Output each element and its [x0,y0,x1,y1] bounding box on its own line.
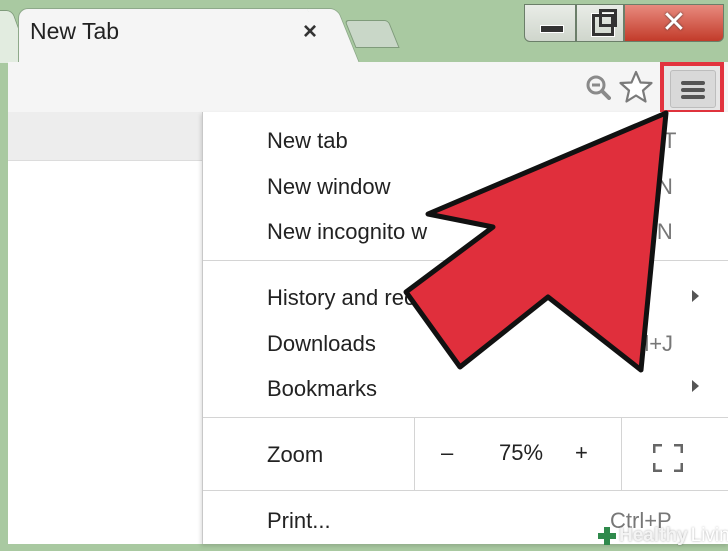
tab-strip: New Tab × ✕ [0,0,728,63]
screenshot-frame: New Tab × ✕ New tab T New window N New i… [0,0,728,551]
fullscreen-icon[interactable] [653,444,683,472]
watermark-text: Living [690,525,728,546]
close-icon: ✕ [661,6,687,39]
zoom-row: Zoom – 75% + [203,418,728,490]
restore-icon [592,9,617,36]
minimize-icon [540,25,564,33]
zoom-in-button[interactable]: + [575,440,588,466]
menu-item-history[interactable]: History and recent tab [267,285,482,311]
maximize-button[interactable] [576,4,624,42]
menu-separator [203,490,728,491]
zoom-divider [621,418,622,490]
new-tab-button[interactable] [344,20,400,48]
menu-item-downloads[interactable]: Downloads [267,331,376,357]
tab-title: New Tab [30,18,120,44]
minimize-button[interactable] [524,4,576,42]
hamburger-menu-icon [670,70,716,108]
page-header-bar [8,112,208,161]
menu-separator [203,260,728,261]
close-window-button[interactable]: ✕ [624,4,724,42]
zoom-label: Zoom [267,442,324,467]
tab-close-icon[interactable]: × [303,20,317,44]
zoom-out-icon[interactable] [585,74,611,100]
zoom-level: 75% [499,440,544,465]
menu-item-print[interactable]: Print... [267,508,331,534]
zoom-out-button[interactable]: – [441,440,453,466]
chrome-menu-button[interactable] [660,62,724,114]
menu-item-new-incognito-window[interactable]: New incognito w [267,219,427,245]
zoom-divider [414,418,415,490]
window-controls: ✕ [524,4,724,44]
submenu-arrow-icon [692,380,699,392]
menu-item-new-window[interactable]: New window [267,174,391,200]
watermark: Healthy Living [598,524,728,548]
bookmark-star-icon[interactable] [619,70,653,104]
shortcut-new-incognito: +N [644,219,673,244]
submenu-arrow-icon [692,290,699,302]
menu-item-new-tab[interactable]: New tab [267,128,348,154]
menu-item-bookmarks[interactable]: Bookmarks [267,376,377,402]
shortcut-new-tab: T [663,128,677,153]
watermark-bold-text: Healthy [619,525,688,546]
chrome-menu: New tab T New window N New incognito w +… [202,112,728,544]
healthy-living-logo-icon [598,527,616,545]
shortcut-new-window: N [657,174,673,199]
shortcut-downloads: Ctrl+J [615,331,674,356]
toolbar [8,62,728,114]
